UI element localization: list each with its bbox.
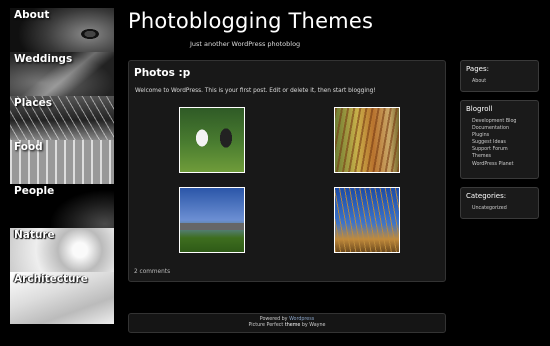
widget-title: Blogroll [466,105,493,113]
photo-thumbnail-ruins[interactable] [179,187,245,253]
nav-item-nature[interactable]: Nature [10,228,114,272]
category-nav: About Weddings Places Food People Nature… [10,8,114,324]
footer-by-text: by [301,323,308,328]
widget-title: Categories: [466,192,507,200]
pages-widget: Pages: About [460,60,539,92]
photo-thumbnail-grass[interactable] [334,107,400,173]
footer-powered-text: Powered by [259,317,288,322]
widget-title: Pages: [466,65,489,73]
page-link[interactable]: About [472,78,486,85]
post-title[interactable]: Photos :p [134,67,190,79]
blogroll-link[interactable]: Documentation [472,125,516,132]
comments-link[interactable]: 2 comments [134,269,170,275]
category-link[interactable]: Uncategorized [472,205,507,212]
footer: Powered by Wordpress Picture Perfect the… [128,313,446,333]
footer-theme-name: Picture Perfect [248,323,284,328]
nav-item-label: People [14,185,55,197]
nav-item-label: About [14,9,50,21]
post-panel: Photos :p Welcome to WordPress. This is … [128,60,446,282]
nav-item-label: Nature [14,229,55,241]
categories-widget: Categories: Uncategorized [460,187,539,219]
nav-item-label: Food [14,141,43,153]
site-title[interactable]: Photoblogging Themes [128,9,373,33]
nav-item-architecture[interactable]: Architecture [10,272,114,324]
site-tagline: Just another WordPress photoblog [190,40,301,48]
nav-item-about[interactable]: About [10,8,114,52]
author-link[interactable]: Wayne [309,323,325,328]
nav-item-label: Places [14,97,52,109]
blogroll-link[interactable]: Support Forum [472,146,516,153]
theme-link[interactable]: theme [285,323,301,328]
blogroll-link[interactable]: Plugins [472,132,516,139]
photo-thumbnail-couple[interactable] [179,107,245,173]
blogroll-link[interactable]: Suggest Ideas [472,139,516,146]
nav-item-places[interactable]: Places [10,96,114,140]
nav-item-label: Architecture [14,273,88,285]
nav-item-food[interactable]: Food [10,140,114,184]
blogroll-widget: Blogroll Development Blog Documentation … [460,100,539,179]
nav-item-weddings[interactable]: Weddings [10,52,114,96]
footer-theme-line: Picture Perfect theme by Wayne [129,323,445,328]
post-body: Welcome to WordPress. This is your first… [135,88,376,94]
blogroll-link[interactable]: WordPress Planet [472,161,516,168]
wordpress-link[interactable]: Wordpress [289,317,314,322]
blogroll-link[interactable]: Development Blog [472,118,516,125]
footer-powered-line: Powered by Wordpress [129,317,445,322]
nav-item-people[interactable]: People [10,184,114,228]
photo-thumbnail-reeds[interactable] [334,187,400,253]
blogroll-link[interactable]: Themes [472,153,516,160]
nav-item-label: Weddings [14,53,73,65]
